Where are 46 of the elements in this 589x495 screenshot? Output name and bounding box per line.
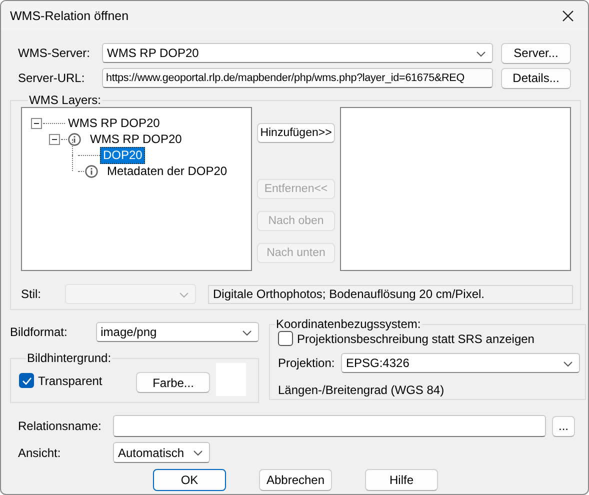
relation-name-field[interactable] xyxy=(113,415,546,437)
collapse-icon[interactable] xyxy=(31,118,42,128)
browse-button[interactable]: ... xyxy=(552,416,575,436)
tree-item[interactable]: WMS RP DOP20 xyxy=(65,114,163,132)
group-label: Koordinatenbezugssystem: xyxy=(275,317,422,331)
check-icon xyxy=(22,376,32,384)
projection-description-checkbox[interactable]: Projektionsbeschreibung statt SRS anzeigen xyxy=(278,331,580,346)
field-label: Relationsname: xyxy=(17,419,102,433)
dialog-button[interactable]: Abbrechen xyxy=(259,469,332,491)
window-title: WMS-Relation öffnen xyxy=(10,9,129,23)
field-label: Bildformat: xyxy=(10,325,68,339)
dialog-button[interactable]: OK xyxy=(153,469,226,491)
field-label: Projektion: xyxy=(278,356,336,370)
dialog-button[interactable]: Hilfe xyxy=(365,469,438,491)
list-button[interactable]: Hinzufügen>> xyxy=(257,123,335,143)
field-label: Ansicht: xyxy=(17,446,62,460)
close-icon[interactable] xyxy=(562,10,574,22)
field-label: Stil: xyxy=(21,287,42,301)
checkbox[interactable] xyxy=(278,331,293,346)
details-button[interactable]: Details... xyxy=(501,68,571,88)
transparent-checkbox[interactable]: Transparent xyxy=(19,373,102,388)
server-button[interactable]: Server... xyxy=(501,42,571,64)
view-dropdown[interactable]: Automatisch xyxy=(113,442,210,463)
tree-item[interactable]: DOP20 xyxy=(100,146,146,164)
chevron-icon xyxy=(563,361,573,367)
chevron-icon xyxy=(242,330,252,336)
url-field[interactable]: https://www.geoportal.rlp.de/mapbender/php/wms.php?layer_id=61675&REQ xyxy=(102,68,493,88)
color-button[interactable]: Farbe... xyxy=(136,372,210,393)
chevron-icon xyxy=(193,450,203,456)
field-label: Server-URL: xyxy=(17,71,86,85)
tree-item[interactable]: Metadaten der DOP20 xyxy=(104,162,230,180)
projection-dropdown[interactable]: EPSG:4326 xyxy=(341,353,580,373)
chevron-icon xyxy=(476,51,486,57)
format-dropdown[interactable]: image/png xyxy=(96,322,259,342)
info-icon xyxy=(68,132,81,146)
info-icon xyxy=(85,164,98,178)
group-label: Bildhintergrund: xyxy=(26,351,112,365)
tree-item[interactable]: WMS RP DOP20 xyxy=(87,130,185,148)
field-label: WMS-Server: xyxy=(17,46,91,60)
description-field: Digitale Orthophotos; Bodenauflösung 20 cm/Pixel. xyxy=(208,284,573,304)
server-dropdown[interactable]: WMS RP DOP20 xyxy=(102,43,493,63)
checkbox[interactable] xyxy=(19,373,34,388)
group-label: WMS Layers: xyxy=(28,93,102,107)
collapse-icon[interactable] xyxy=(49,134,60,144)
projection-description: Längen-/Breitengrad (WGS 84) xyxy=(278,383,446,397)
chevron-icon xyxy=(179,292,189,298)
